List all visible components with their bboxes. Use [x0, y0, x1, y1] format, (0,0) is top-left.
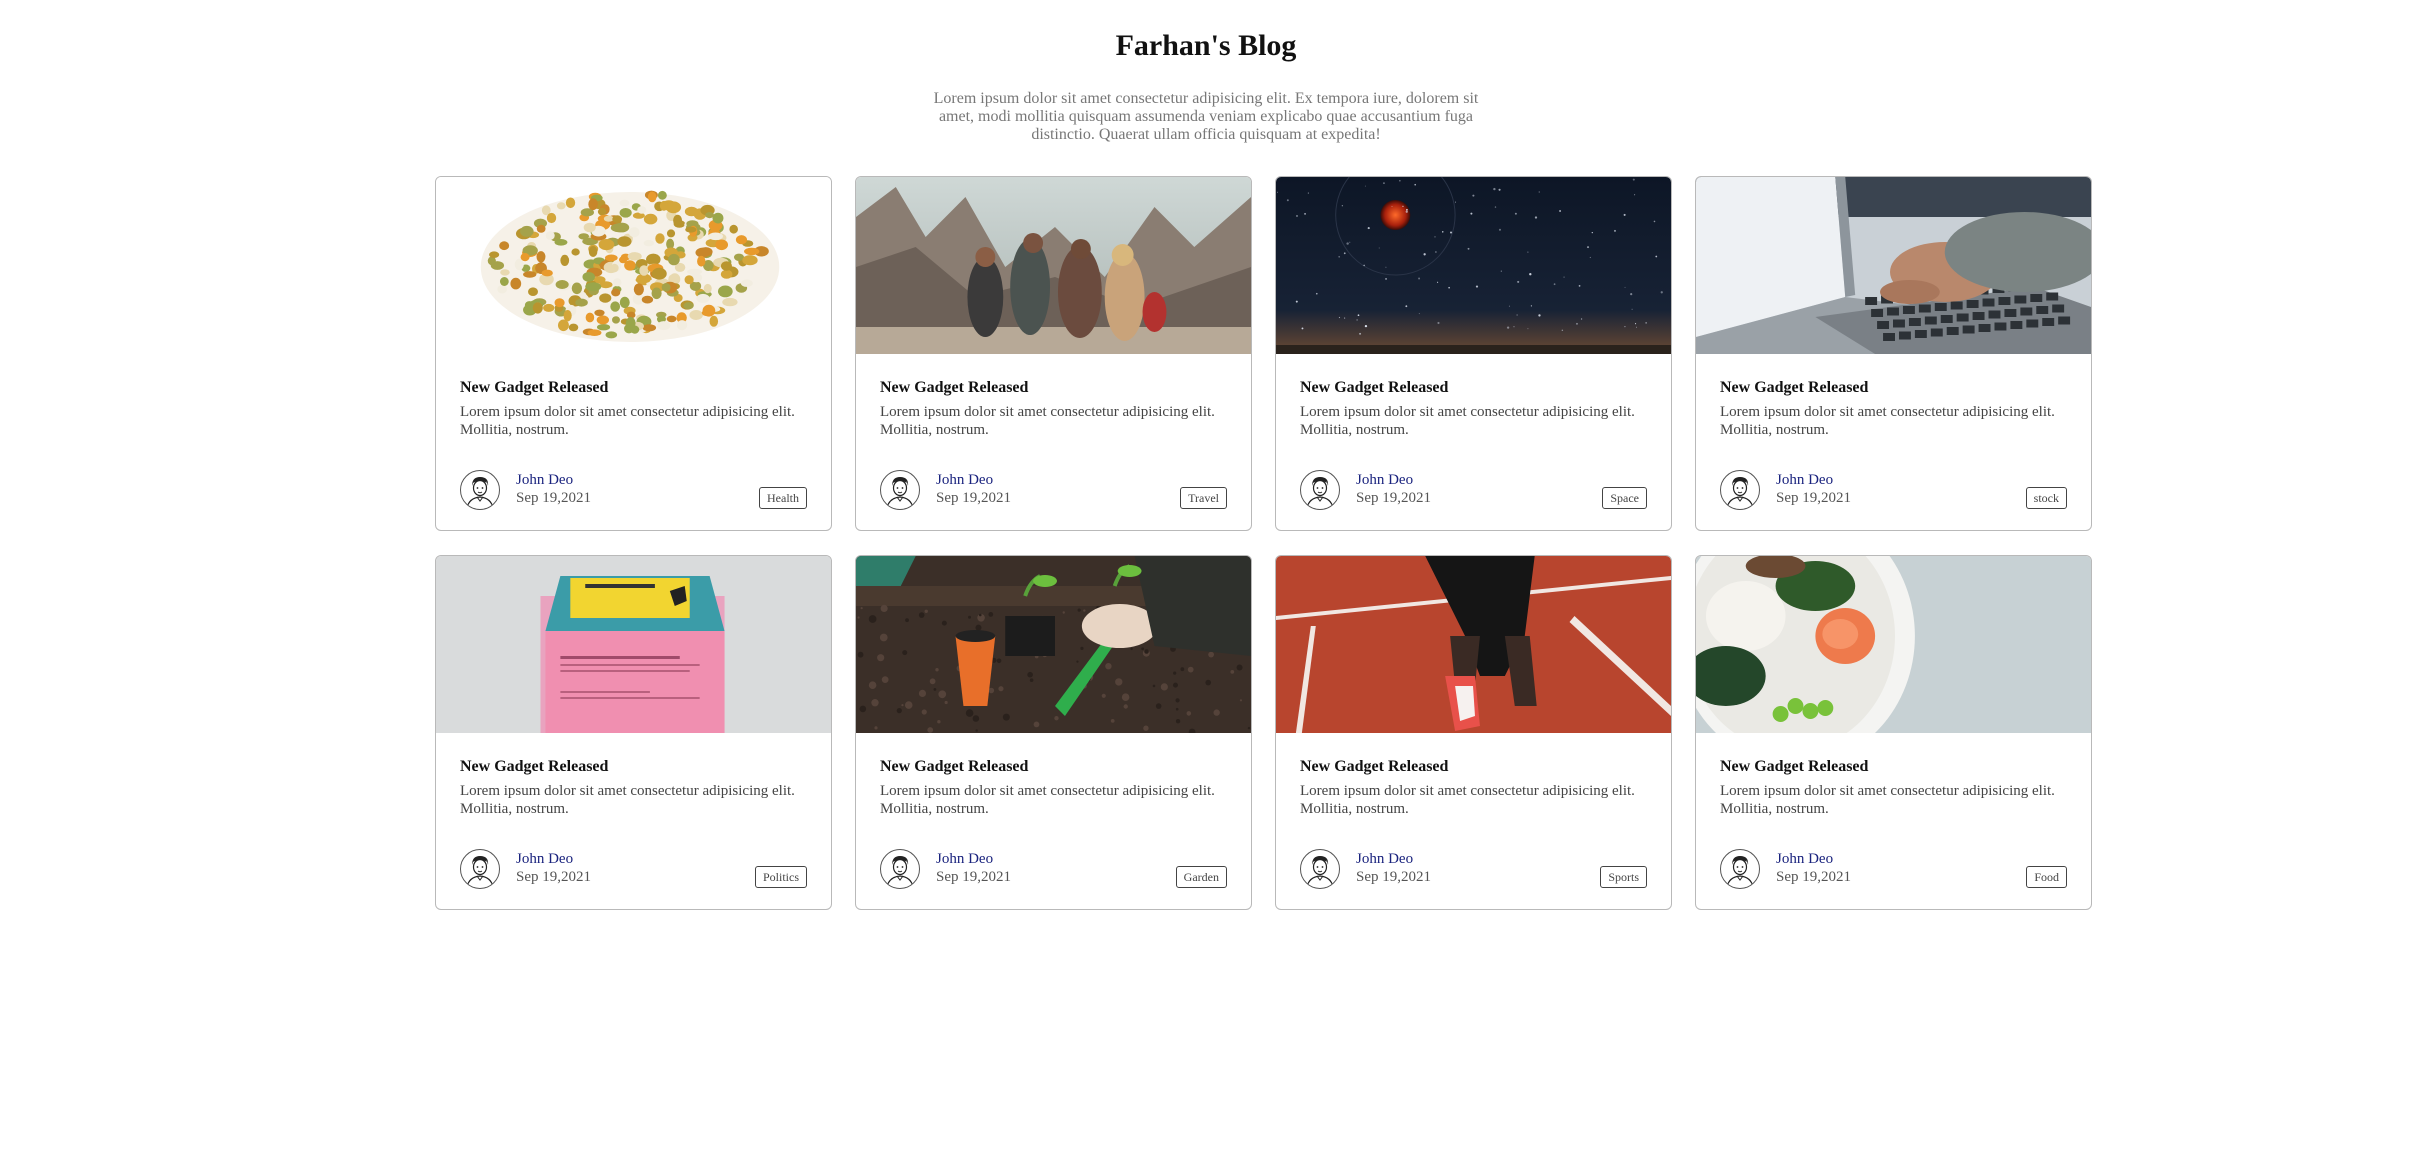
post-date: Sep 19,2021 [1776, 869, 1851, 885]
card-title[interactable]: New Gadget Released [460, 757, 807, 777]
post-date: Sep 19,2021 [1356, 490, 1431, 506]
category-tag[interactable]: Sports [1600, 866, 1647, 888]
author-avatar-icon[interactable] [1300, 849, 1340, 889]
author-name[interactable]: John Deo [936, 471, 993, 489]
garden-image[interactable] [856, 556, 1251, 733]
card-footer: John Deo Sep 19,2021 Health [460, 470, 807, 510]
card-excerpt: Lorem ipsum dolor sit amet consectetur a… [880, 404, 1215, 438]
post-date: Sep 19,2021 [516, 490, 591, 506]
category-tag[interactable]: stock [2025, 487, 2067, 509]
blog-card[interactable]: New Gadget Released Lorem ipsum dolor si… [855, 555, 1252, 910]
page-header: Farhan's Blog Lorem ipsum dolor sit amet… [0, 0, 2412, 144]
category-tag[interactable]: Garden [1175, 866, 1227, 888]
post-date: Sep 19,2021 [936, 490, 1011, 506]
post-date: Sep 19,2021 [1356, 869, 1431, 885]
post-date: Sep 19,2021 [1776, 490, 1851, 506]
laptop-image[interactable] [1696, 177, 2091, 354]
author-name[interactable]: John Deo [936, 850, 993, 868]
card-excerpt: Lorem ipsum dolor sit amet consectetur a… [880, 783, 1215, 817]
page-intro: Lorem ipsum dolor sit amet consectetur a… [933, 90, 1479, 143]
track-image[interactable] [1276, 556, 1671, 733]
author-name[interactable]: John Deo [1356, 850, 1413, 868]
category-tag[interactable]: Food [2026, 866, 2067, 888]
card-excerpt: Lorem ipsum dolor sit amet consectetur a… [1720, 783, 2055, 817]
food-bowl-image[interactable] [1696, 556, 2091, 733]
author-avatar-icon[interactable] [460, 849, 500, 889]
category-tag[interactable]: Politics [754, 866, 807, 888]
card-excerpt: Lorem ipsum dolor sit amet consectetur a… [1300, 783, 1635, 817]
card-footer: John Deo Sep 19,2021 Politics [460, 849, 807, 889]
blog-card[interactable]: New Gadget Released Lorem ipsum dolor si… [1695, 176, 2092, 531]
envelope-image[interactable] [436, 556, 831, 733]
card-title[interactable]: New Gadget Released [1720, 757, 2067, 777]
hikers-image[interactable] [856, 177, 1251, 354]
card-excerpt: Lorem ipsum dolor sit amet consectetur a… [460, 783, 795, 817]
post-date: Sep 19,2021 [516, 869, 591, 885]
card-footer: John Deo Sep 19,2021 Travel [880, 470, 1227, 510]
author-name[interactable]: John Deo [516, 471, 573, 489]
category-tag[interactable]: Space [1602, 487, 1647, 509]
category-tag[interactable]: Health [759, 487, 807, 509]
card-excerpt: Lorem ipsum dolor sit amet consectetur a… [460, 404, 795, 438]
blog-card[interactable]: New Gadget Released Lorem ipsum dolor si… [1275, 176, 1672, 531]
card-excerpt: Lorem ipsum dolor sit amet consectetur a… [1720, 404, 2055, 438]
card-footer: John Deo Sep 19,2021 stock [1720, 470, 2067, 510]
post-date: Sep 19,2021 [936, 869, 1011, 885]
author-avatar-icon[interactable] [1720, 849, 1760, 889]
card-title[interactable]: New Gadget Released [1300, 378, 1647, 398]
card-title[interactable]: New Gadget Released [880, 378, 1227, 398]
blog-card[interactable]: New Gadget Released Lorem ipsum dolor si… [435, 555, 832, 910]
card-title[interactable]: New Gadget Released [880, 757, 1227, 777]
blog-card-grid: New Gadget Released Lorem ipsum dolor si… [435, 176, 2093, 910]
card-footer: John Deo Sep 19,2021 Garden [880, 849, 1227, 889]
author-avatar-icon[interactable] [460, 470, 500, 510]
page-title: Farhan's Blog [1115, 29, 1297, 62]
card-footer: John Deo Sep 19,2021 Space [1300, 470, 1647, 510]
author-name[interactable]: John Deo [1356, 471, 1413, 489]
author-avatar-icon[interactable] [880, 470, 920, 510]
card-title[interactable]: New Gadget Released [1300, 757, 1647, 777]
card-excerpt: Lorem ipsum dolor sit amet consectetur a… [1300, 404, 1635, 438]
author-avatar-icon[interactable] [1720, 470, 1760, 510]
blog-card[interactable]: New Gadget Released Lorem ipsum dolor si… [1695, 555, 2092, 910]
author-name[interactable]: John Deo [516, 850, 573, 868]
category-tag[interactable]: Travel [1180, 487, 1227, 509]
card-title[interactable]: New Gadget Released [460, 378, 807, 398]
blog-card[interactable]: New Gadget Released Lorem ipsum dolor si… [855, 176, 1252, 531]
blog-card[interactable]: New Gadget Released Lorem ipsum dolor si… [435, 176, 832, 531]
blog-card[interactable]: New Gadget Released Lorem ipsum dolor si… [1275, 555, 1672, 910]
author-name[interactable]: John Deo [1776, 850, 1833, 868]
author-avatar-icon[interactable] [1300, 470, 1340, 510]
card-footer: John Deo Sep 19,2021 Sports [1300, 849, 1647, 889]
author-name[interactable]: John Deo [1776, 471, 1833, 489]
card-footer: John Deo Sep 19,2021 Food [1720, 849, 2067, 889]
grains-image[interactable] [436, 177, 831, 354]
card-title[interactable]: New Gadget Released [1720, 378, 2067, 398]
space-image[interactable] [1276, 177, 1671, 354]
author-avatar-icon[interactable] [880, 849, 920, 889]
